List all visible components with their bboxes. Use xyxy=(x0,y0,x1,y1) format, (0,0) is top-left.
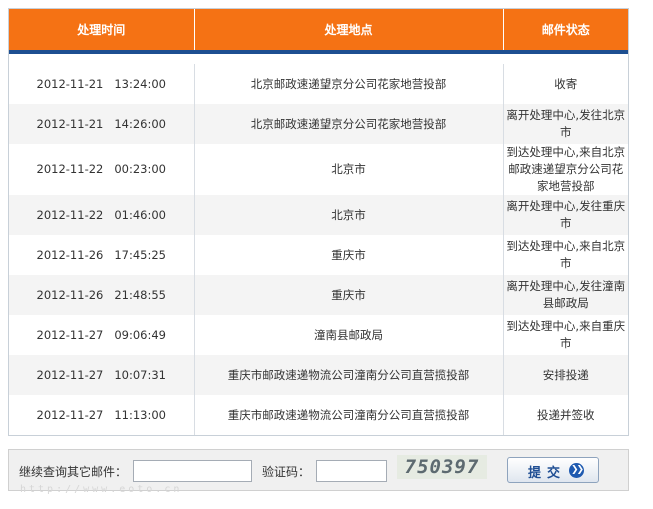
cell-clock: 21:48:55 xyxy=(114,287,166,302)
table-row: 2012-11-21 14:26:00 北京邮政速递望京分公司花家地营投部 离开… xyxy=(9,104,628,144)
cell-date: 2012-11-22 xyxy=(36,162,104,176)
cell-status: 离开处理中心,发往北京市 xyxy=(502,104,628,144)
cell-time: 2012-11-26 17:45:25 xyxy=(9,235,194,275)
cell-location: 潼南县邮政局 xyxy=(193,315,503,355)
cell-date: 2012-11-27 xyxy=(36,407,104,422)
cell-location: 重庆市 xyxy=(193,235,503,275)
cell-clock: 01:46:00 xyxy=(114,207,166,222)
cell-time: 2012-11-26 21:48:55 xyxy=(9,275,194,315)
cell-date: 2012-11-26 xyxy=(36,247,104,262)
cell-date: 2012-11-26 xyxy=(36,287,104,302)
table-row: 2012-11-22 00:23:00 北京市 到达处理中心,来自北京邮政速递望… xyxy=(9,144,628,195)
cell-location: 北京邮政速递望京分公司花家地营投部 xyxy=(193,64,503,104)
cell-status: 安排投递 xyxy=(502,355,628,395)
cell-time: 2012-11-22 00:23:00 xyxy=(9,144,194,195)
cell-location: 重庆市邮政速递物流公司潼南分公司直营揽投部 xyxy=(193,395,503,435)
table-row: 2012-11-26 17:45:25 重庆市 到达处理中心,来自北京市 xyxy=(9,235,628,275)
cell-clock: 09:06:49 xyxy=(114,327,166,342)
cell-time: 2012-11-27 09:06:49 xyxy=(9,315,194,355)
cell-clock: 13:24:00 xyxy=(114,76,166,91)
cell-date: 2012-11-21 xyxy=(36,76,104,91)
cell-time: 2012-11-22 01:46:00 xyxy=(9,195,194,235)
cell-clock: 11:13:00 xyxy=(114,407,166,422)
table-row: 2012-11-21 13:24:00 北京邮政速递望京分公司花家地营投部 收寄 xyxy=(9,64,628,104)
cell-location: 北京市 xyxy=(193,144,503,195)
submit-label: 提交 xyxy=(528,466,567,481)
table-row: 2012-11-26 21:48:55 重庆市 离开处理中心,发往潼南县邮政局 xyxy=(9,275,628,315)
cell-clock: 10:07:31 xyxy=(114,367,166,382)
header-location: 处理地点 xyxy=(193,9,503,54)
cell-status: 到达处理中心,来自北京市 xyxy=(502,235,628,275)
tracking-panel: 处理时间 处理地点 邮件状态 2012-11-21 13:24:00 北京邮政速… xyxy=(8,8,629,436)
captcha-image[interactable]: 750397 xyxy=(397,455,487,479)
double-chevron-right-icon: ❯❯ xyxy=(569,463,584,478)
cell-status: 收寄 xyxy=(502,64,628,104)
cell-time: 2012-11-27 10:07:31 xyxy=(9,355,194,395)
cell-status: 离开处理中心,发往重庆市 xyxy=(502,195,628,235)
cell-time: 2012-11-21 14:26:00 xyxy=(9,104,194,144)
captcha-input[interactable] xyxy=(316,460,387,482)
table-row: 2012-11-27 10:07:31 重庆市邮政速递物流公司潼南分公司直营揽投… xyxy=(9,355,628,395)
cell-status: 到达处理中心,来自北京邮政速递望京分公司花家地营投部 xyxy=(502,144,628,195)
captcha-label: 验证码： xyxy=(262,465,311,479)
cell-clock: 17:45:25 xyxy=(114,247,166,262)
table-row: 2012-11-22 01:46:00 北京市 离开处理中心,发往重庆市 xyxy=(9,195,628,235)
continue-query-label: 继续查询其它邮件： xyxy=(19,465,128,479)
header-time: 处理时间 xyxy=(9,9,194,54)
cell-date: 2012-11-27 xyxy=(36,327,104,342)
table-header-row: 处理时间 处理地点 邮件状态 xyxy=(9,9,628,54)
watermark: http://www.eoto.cn xyxy=(20,484,183,495)
cell-status: 到达处理中心,来自重庆市 xyxy=(502,315,628,355)
cell-status: 投递并签收 xyxy=(502,395,628,435)
table-row: 2012-11-27 11:13:00 重庆市邮政速递物流公司潼南分公司直营揽投… xyxy=(9,395,628,435)
cell-clock: 00:23:00 xyxy=(114,162,166,176)
cell-time: 2012-11-27 11:13:00 xyxy=(9,395,194,435)
cell-location: 北京邮政速递望京分公司花家地营投部 xyxy=(193,104,503,144)
cell-location: 重庆市 xyxy=(193,275,503,315)
tracking-table: 处理时间 处理地点 邮件状态 2012-11-21 13:24:00 北京邮政速… xyxy=(9,9,628,435)
cell-location: 重庆市邮政速递物流公司潼南分公司直营揽投部 xyxy=(193,355,503,395)
mail-number-input[interactable] xyxy=(133,460,252,482)
cell-location: 北京市 xyxy=(193,195,503,235)
cell-clock: 14:26:00 xyxy=(114,116,166,131)
cell-time: 2012-11-21 13:24:00 xyxy=(9,64,194,104)
cell-status: 离开处理中心,发往潼南县邮政局 xyxy=(502,275,628,315)
cell-date: 2012-11-22 xyxy=(36,207,104,222)
cell-date: 2012-11-27 xyxy=(36,367,104,382)
cell-date: 2012-11-21 xyxy=(36,116,104,131)
table-row: 2012-11-27 09:06:49 潼南县邮政局 到达处理中心,来自重庆市 xyxy=(9,315,628,355)
submit-button[interactable]: 提交 ❯❯ xyxy=(507,457,599,483)
header-status: 邮件状态 xyxy=(502,9,628,54)
